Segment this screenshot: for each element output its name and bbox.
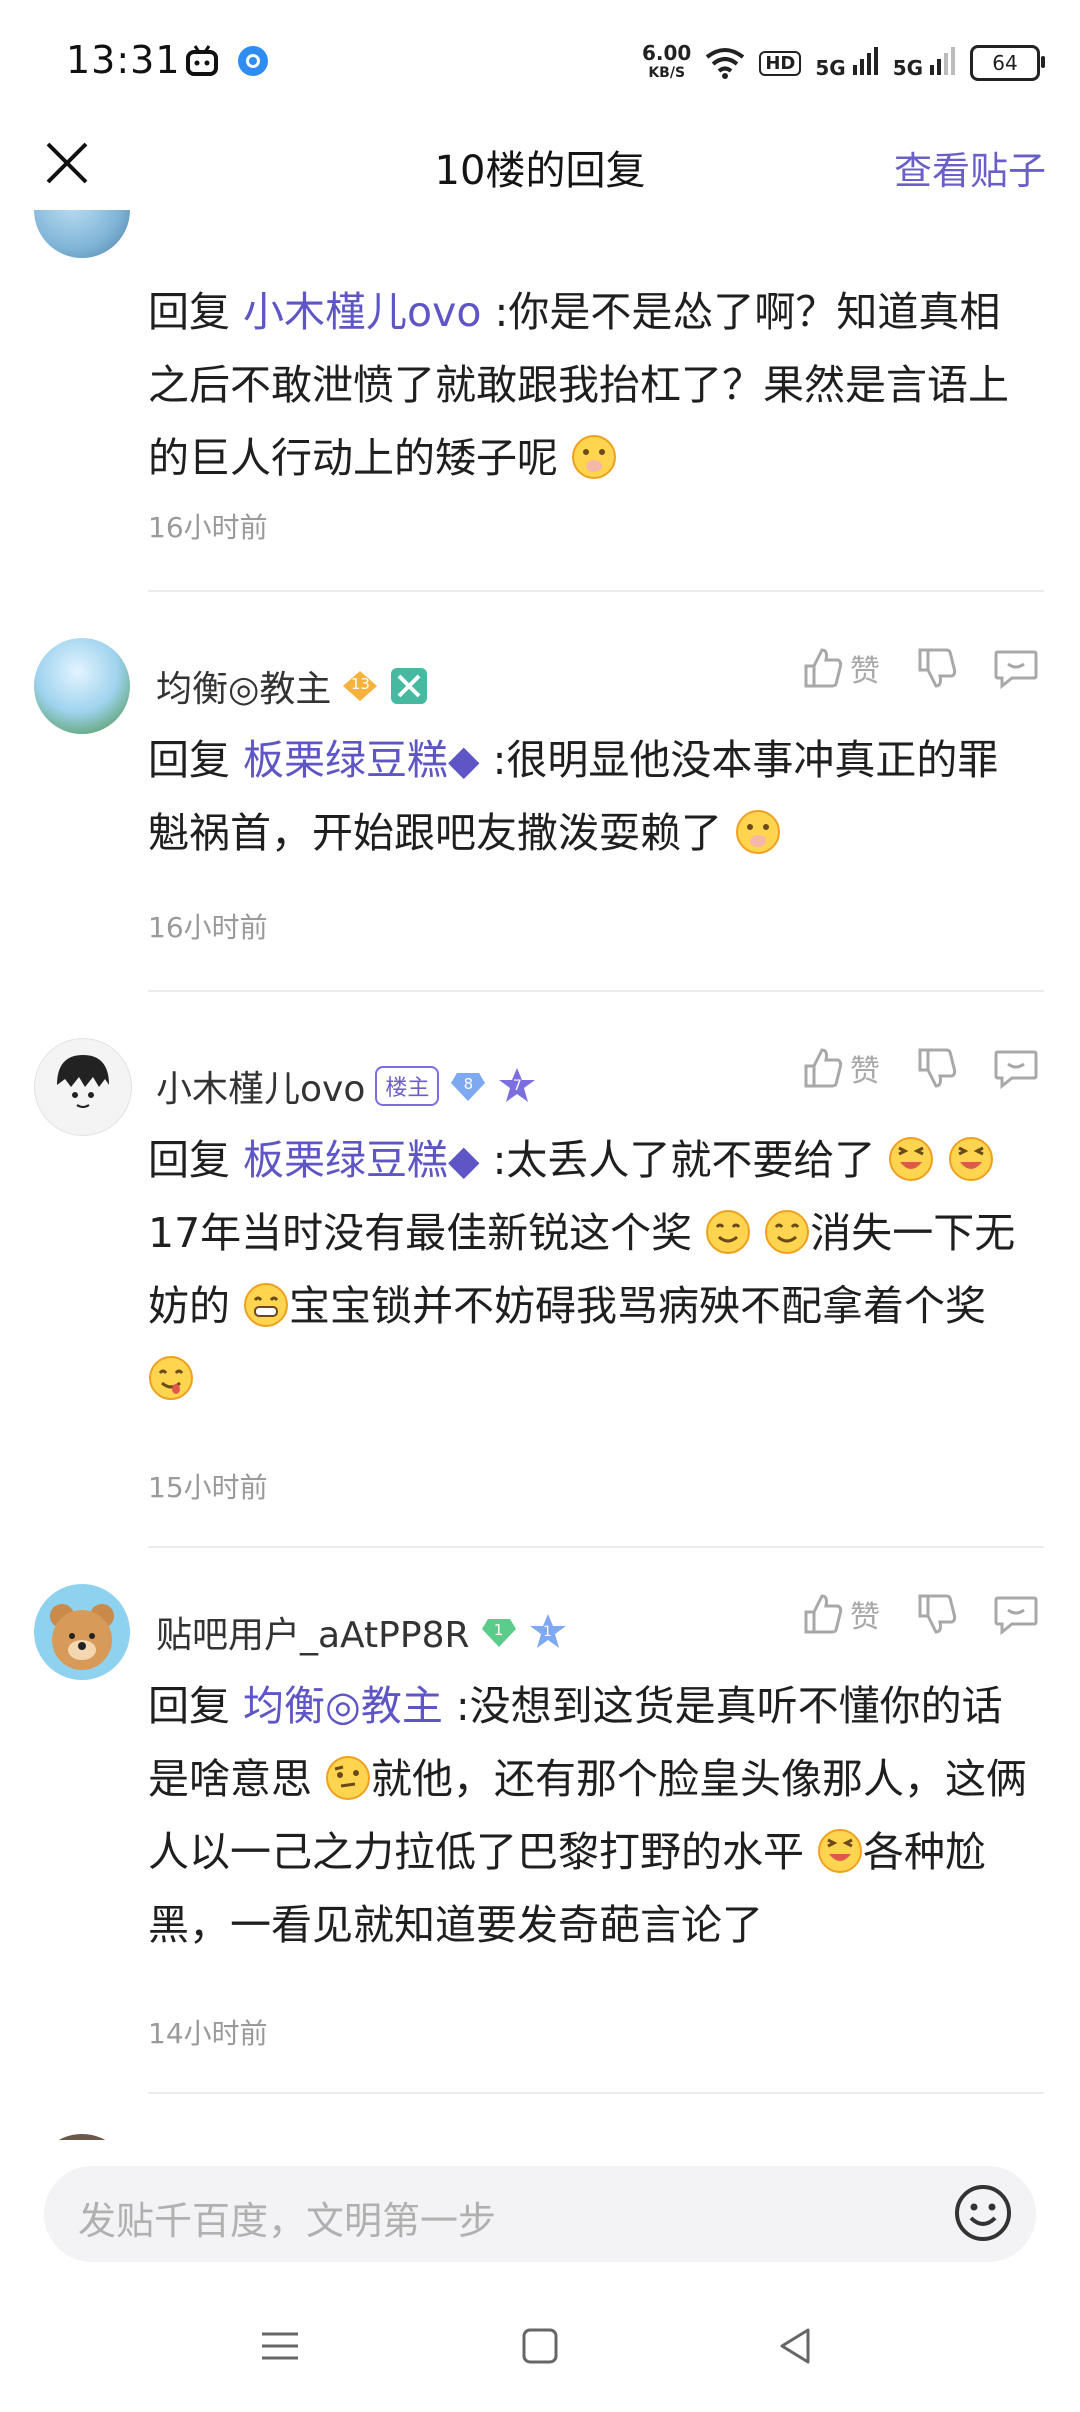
avatar[interactable] <box>34 210 130 258</box>
view-post-link[interactable]: 查看贴子 <box>894 140 1046 195</box>
reply-text: 回复 均衡◎教主 :没想到这货是真听不懂你的话是啥意思 就他，还有那个脸皇头像那… <box>148 1682 1028 1949</box>
signal-bars-icon <box>930 46 955 75</box>
list-item: 均衡◎教主 13 赞 回复 板栗绿豆糕◆ :很明显他没本事冲真正的罪魁祸首，开始… <box>0 610 1080 992</box>
post-actions: 赞 <box>800 1592 1040 1636</box>
reply-text: 回复 板栗绿豆糕◆ :太丢人了就不要给了 17年当时没有最佳新锐这个奖 消失一下… <box>148 1124 1028 1416</box>
thumbs-up-icon <box>804 648 843 688</box>
divider <box>148 990 1044 992</box>
avatar[interactable] <box>34 638 130 734</box>
back-icon[interactable] <box>772 2322 820 2370</box>
home-icon[interactable] <box>516 2322 564 2370</box>
yawn-emoji-icon <box>572 435 617 479</box>
emoji-picker-icon[interactable] <box>952 2182 1014 2244</box>
medal-icon <box>391 668 428 704</box>
level-badge: 8 <box>449 1069 487 1103</box>
status-bar: 13:31 6.00 KB/S HD 5G 5G 64 <box>0 0 1080 120</box>
smile-emoji-icon <box>765 1210 810 1254</box>
comment-icon[interactable] <box>992 1592 1040 1636</box>
owner-badge: 楼主 <box>375 1066 440 1106</box>
thumbs-down-icon[interactable] <box>914 646 958 690</box>
like-button[interactable]: 赞 <box>800 646 880 690</box>
clock: 13:31 <box>66 38 181 82</box>
signal-5g-1: 5G <box>815 46 878 80</box>
signal-5g-2: 5G <box>893 46 956 80</box>
wifi-icon <box>706 48 745 79</box>
yawn-emoji-icon <box>736 810 781 854</box>
divider <box>148 2092 1044 2094</box>
reply-input[interactable]: 发贴千百度，文明第一步 <box>44 2166 1036 2262</box>
username-row: 小木槿儿ovo 楼主 8 7 <box>156 1060 537 1112</box>
timestamp: 16小时前 <box>148 911 268 944</box>
thumbs-down-icon[interactable] <box>914 1046 958 1090</box>
post-actions: 赞 <box>800 1046 1040 1090</box>
level-badge: 13 <box>341 669 379 703</box>
thinking-emoji-icon <box>326 1756 371 1800</box>
signal-bars-icon <box>852 46 878 75</box>
like-button[interactable]: 赞 <box>800 1592 880 1636</box>
battery-indicator: 64 <box>970 45 1045 81</box>
timestamp: 16小时前 <box>148 511 268 544</box>
mention-link[interactable]: 板栗绿豆糕◆ <box>243 736 480 784</box>
list-item: 回复 小木槿儿ovo :你是不是怂了啊？知道真相之后不敢泄愤了就敢跟我抬杠了？果… <box>0 210 1080 592</box>
grin-emoji-icon <box>244 1283 289 1327</box>
reply-input-placeholder: 发贴千百度，文明第一步 <box>78 2199 497 2243</box>
level-badge: 1 <box>480 1615 518 1649</box>
username-row: 均衡◎教主 13 <box>156 660 429 712</box>
rank-badge: 7 <box>497 1066 537 1106</box>
avatar[interactable] <box>34 1038 132 1136</box>
mention-link[interactable]: 均衡◎教主 <box>243 1682 443 1730</box>
reply-text: 回复 小木槿儿ovo :你是不是怂了啊？知道真相之后不敢泄愤了就敢跟我抬杠了？果… <box>148 288 1009 482</box>
post-actions: 赞 <box>800 646 1040 690</box>
status-right: 6.00 KB/S HD 5G 5G 64 <box>642 38 1045 88</box>
reply-text: 回复 板栗绿豆糕◆ :很明显他没本事冲真正的罪魁祸首，开始跟吧友撒泼耍赖了 <box>148 736 999 857</box>
bear-avatar-drawing <box>50 1604 114 1670</box>
mention-link[interactable]: 板栗绿豆糕◆ <box>243 1136 480 1184</box>
smile-emoji-icon <box>706 1210 751 1254</box>
thumbs-up-icon <box>804 1048 843 1088</box>
timestamp: 15小时前 <box>148 1471 268 1504</box>
top-nav: 10楼的回复 查看贴子 <box>0 120 1080 210</box>
reply-composer: 发贴千百度，文明第一步 <box>0 2140 1080 2280</box>
list-item: 小木槿儿ovo 楼主 8 7 赞 回复 板栗绿豆糕◆ :太丢人了就不要给了 17… <box>0 1010 1080 1570</box>
browser-app-icon <box>238 46 268 76</box>
bilibili-icon <box>186 45 218 76</box>
like-button[interactable]: 赞 <box>800 1046 880 1090</box>
divider <box>148 590 1044 592</box>
reply-list: 回复 小木槿儿ovo :你是不是怂了啊？知道真相之后不敢泄愤了就敢跟我抬杠了？果… <box>0 210 1080 2140</box>
comment-icon[interactable] <box>992 646 1040 690</box>
timestamp: 14小时前 <box>148 2017 268 2050</box>
username-row: 贴吧用户_aAtPP8R 1 1 <box>156 1606 568 1658</box>
avatar[interactable] <box>34 1584 130 1680</box>
laughing-emoji-icon <box>818 1829 863 1873</box>
username[interactable]: 贴吧用户_aAtPP8R <box>156 1606 470 1658</box>
hd-badge: HD <box>759 50 802 76</box>
yum-emoji-icon <box>149 1356 193 1400</box>
username[interactable]: 均衡◎教主 <box>156 660 331 712</box>
divider <box>148 1546 1044 1548</box>
laughing-emoji-icon <box>948 1137 993 1181</box>
thumbs-up-icon <box>804 1594 843 1634</box>
list-item: 贴吧用户_aAtPP8R 1 1 赞 回复 均衡◎教主 :没想到这货是真听不懂你… <box>0 1556 1080 2116</box>
rank-badge: 1 <box>528 1612 568 1652</box>
system-nav-bar <box>0 2280 1080 2412</box>
comment-icon[interactable] <box>992 1046 1040 1090</box>
thumbs-down-icon[interactable] <box>914 1592 958 1636</box>
mention-link[interactable]: 小木槿儿ovo <box>243 288 481 336</box>
menu-icon[interactable] <box>256 2322 304 2370</box>
network-speed: 6.00 KB/S <box>642 41 692 81</box>
avatar-drawing <box>57 1055 109 1108</box>
username[interactable]: 小木槿儿ovo <box>156 1060 365 1112</box>
laughing-emoji-icon <box>889 1137 934 1181</box>
